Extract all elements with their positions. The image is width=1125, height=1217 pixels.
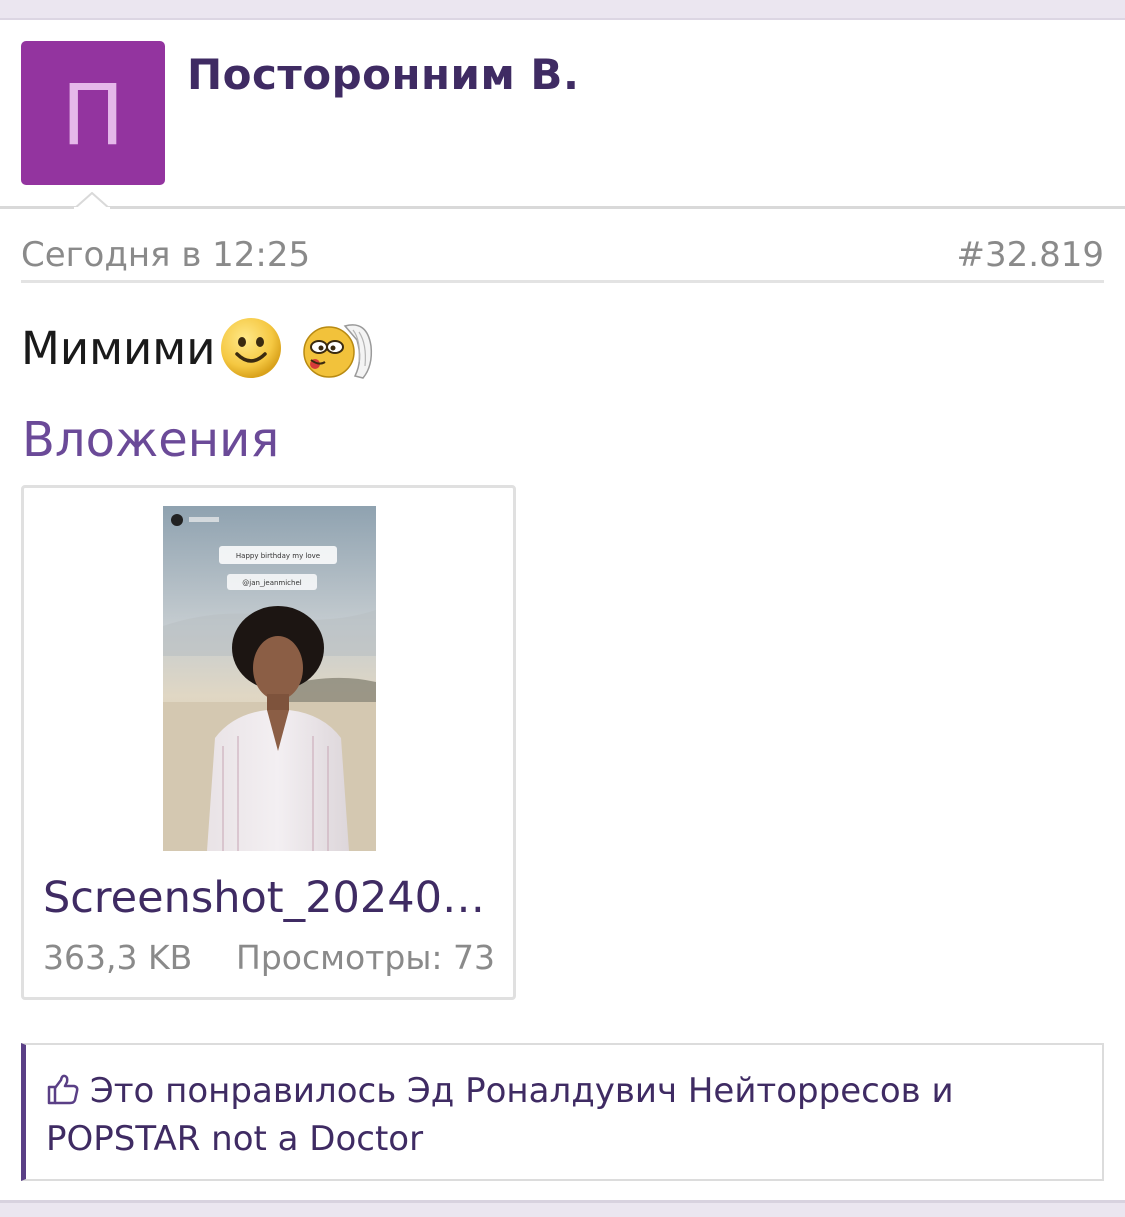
smiley-icon: [221, 318, 282, 378]
post-number[interactable]: #32.819: [957, 235, 1104, 275]
attachments-title: Вложения: [22, 412, 280, 468]
author-name[interactable]: Посторонним В.: [187, 50, 579, 99]
thumbnail-caption-2: @jan_jeanmichel: [242, 579, 302, 587]
attachment-thumbnail[interactable]: Happy birthday my love @jan_jeanmichel: [163, 506, 376, 851]
page-bottom-strip: [0, 1200, 1125, 1217]
avatar-pointer: [74, 192, 110, 210]
header-divider: [0, 206, 1125, 209]
page-top-strip: [0, 0, 1125, 20]
attachment-views: Просмотры: 73: [236, 938, 496, 977]
avatar-initial: П: [61, 66, 125, 164]
likes-text[interactable]: Это понравилось Эд Роналдувич Нейторресо…: [46, 1071, 954, 1159]
likes-content: Это понравилось Эд Роналдувич Нейторресо…: [46, 1067, 1086, 1163]
attachment-file-size: 363,3 KB: [43, 938, 193, 977]
avatar[interactable]: П: [21, 41, 165, 185]
angel-smiley-icon: [303, 324, 373, 379]
post-message: Мимими: [21, 312, 375, 384]
post-date[interactable]: Сегодня в 12:25: [21, 235, 310, 275]
thumbnail-caption-1: Happy birthday my love: [236, 552, 320, 560]
message-text: Мимими: [21, 321, 216, 375]
likes-summary: Это понравилось Эд Роналдувич Нейторресо…: [21, 1043, 1104, 1181]
post-meta: Сегодня в 12:25 #32.819: [21, 235, 1104, 283]
attachment-card[interactable]: Happy birthday my love @jan_jeanmichel S…: [21, 485, 516, 1000]
attachment-file-name[interactable]: Screenshot_20240112-122345.jpg: [43, 873, 499, 923]
thumbs-up-icon: [47, 1074, 79, 1105]
